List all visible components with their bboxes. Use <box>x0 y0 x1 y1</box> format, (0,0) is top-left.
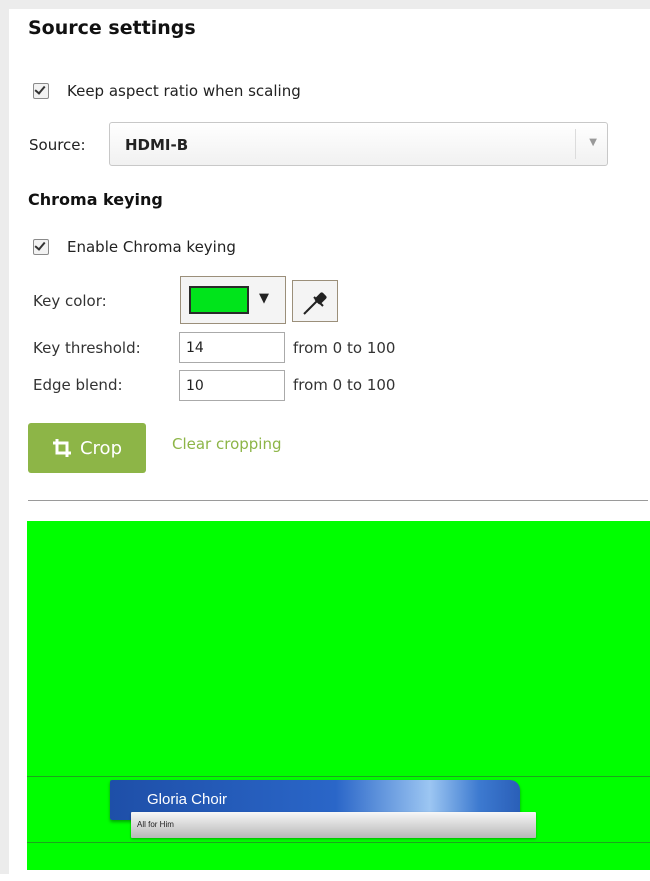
keep-aspect-row[interactable]: Keep aspect ratio when scaling <box>33 82 301 100</box>
eyedropper-button[interactable] <box>292 280 338 322</box>
edge-blend-label: Edge blend: <box>33 376 123 394</box>
preview-guide-line-bottom <box>27 842 650 843</box>
source-settings-heading: Source settings <box>28 17 196 39</box>
key-threshold-label: Key threshold: <box>33 339 141 357</box>
keep-aspect-checkbox[interactable] <box>33 83 49 99</box>
dropdown-arrow-icon: ▼ <box>259 291 269 306</box>
source-select-value: HDMI-B <box>125 136 189 154</box>
enable-chroma-checkbox[interactable] <box>33 239 49 255</box>
chroma-keying-heading: Chroma keying <box>28 190 163 209</box>
crop-icon <box>52 439 71 457</box>
key-color-picker[interactable]: ▼ <box>180 276 286 324</box>
section-divider <box>28 500 648 501</box>
edge-blend-range: from 0 to 100 <box>293 376 396 394</box>
source-select[interactable]: HDMI-B ▼ <box>109 122 608 166</box>
preview-guide-line-top <box>27 776 650 777</box>
panel-top-border <box>0 0 650 9</box>
eyedropper-icon <box>303 292 327 315</box>
source-label: Source: <box>29 136 86 154</box>
select-separator <box>575 129 576 159</box>
lower-third-subtitle-bar: All for Him <box>131 812 536 838</box>
clear-cropping-link[interactable]: Clear cropping <box>172 435 282 453</box>
lower-third-title: Gloria Choir <box>147 791 228 808</box>
chevron-down-icon[interactable]: ▼ <box>589 137 597 148</box>
keep-aspect-label: Keep aspect ratio when scaling <box>67 82 301 100</box>
video-preview: Gloria Choir All for Him <box>27 521 650 870</box>
key-color-label: Key color: <box>33 292 107 310</box>
panel-bottom-border <box>0 874 650 881</box>
panel-left-border <box>0 0 9 881</box>
key-threshold-input[interactable] <box>179 332 285 363</box>
lower-third-subtitle: All for Him <box>137 820 174 829</box>
key-threshold-range: from 0 to 100 <box>293 339 396 357</box>
key-color-swatch <box>189 286 249 314</box>
crop-button[interactable]: Crop <box>28 423 146 473</box>
enable-chroma-label: Enable Chroma keying <box>67 238 236 256</box>
crop-button-label: Crop <box>79 437 122 459</box>
edge-blend-input[interactable] <box>179 370 285 401</box>
enable-chroma-row[interactable]: Enable Chroma keying <box>33 238 236 256</box>
